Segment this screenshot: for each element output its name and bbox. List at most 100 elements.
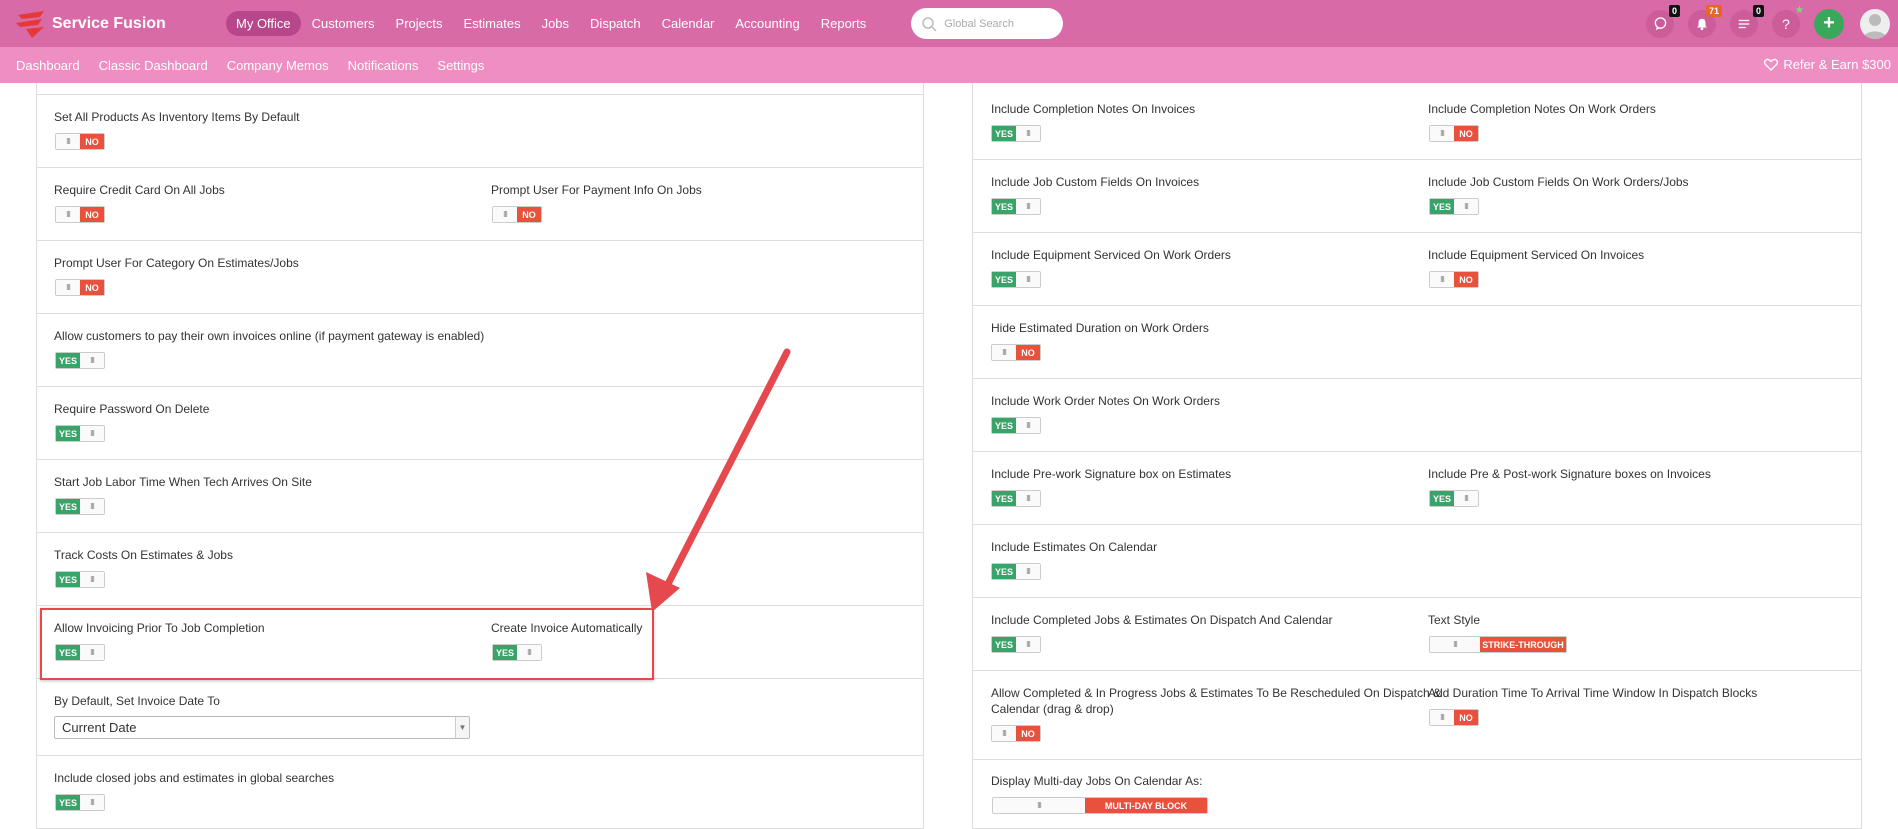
- setting-label-line2: Calendar (drag & drop): [991, 702, 1114, 716]
- require-cc-toggle[interactable]: III NO: [55, 206, 105, 223]
- invoice-date-select[interactable]: Current Date ▼: [54, 716, 470, 739]
- global-search[interactable]: [911, 8, 1064, 39]
- nav-accounting[interactable]: Accounting: [725, 11, 809, 36]
- toggle-yes: YES: [1430, 199, 1454, 214]
- setting-label: Require Credit Card On All Jobs: [54, 183, 225, 197]
- include-closed-toggle[interactable]: YES III: [55, 794, 105, 811]
- settings-row: Start Job Labor Time When Tech Arrives O…: [37, 460, 923, 533]
- subnav-company-memos[interactable]: Company Memos: [227, 58, 329, 73]
- equip-wo-toggle[interactable]: YES III: [991, 271, 1041, 288]
- prompt-payment-toggle[interactable]: III NO: [492, 206, 542, 223]
- completion-notes-invoices-toggle[interactable]: YES III: [991, 125, 1041, 142]
- settings-row: Allow customers to pay their own invoice…: [37, 314, 923, 387]
- subnav-settings[interactable]: Settings: [437, 58, 484, 73]
- nav-my-office[interactable]: My Office: [226, 11, 301, 36]
- app-name: Service Fusion: [52, 14, 166, 32]
- nav-jobs[interactable]: Jobs: [532, 11, 579, 36]
- toggle-no: NO: [1016, 345, 1040, 360]
- nav-calendar[interactable]: Calendar: [652, 11, 725, 36]
- toggle-grip: III: [1016, 418, 1040, 433]
- pay-online-toggle[interactable]: YES III: [55, 352, 105, 369]
- inventory-toggle[interactable]: III NO: [55, 133, 105, 150]
- completion-notes-wo-toggle[interactable]: III NO: [1429, 125, 1479, 142]
- setting-completion-notes-wo: Include Completion Notes On Work Orders: [1428, 101, 1656, 117]
- subnav-classic-dashboard[interactable]: Classic Dashboard: [99, 58, 208, 73]
- highlight-box: [40, 608, 654, 680]
- setting-wo-notes: Include Work Order Notes On Work Orders: [991, 393, 1220, 409]
- multiday-value: MULTI-DAY BLOCK: [1085, 798, 1207, 813]
- setting-label: Allow Completed & In Progress Jobs & Est…: [991, 686, 1441, 700]
- help-button[interactable]: ? ★: [1772, 5, 1804, 38]
- add-duration-toggle[interactable]: III NO: [1429, 709, 1479, 726]
- setting-track-costs: Track Costs On Estimates & Jobs: [54, 547, 233, 563]
- start-labor-toggle[interactable]: YES III: [55, 498, 105, 515]
- toggle-no: NO: [80, 207, 104, 222]
- setting-label: Include Completed Jobs & Estimates On Di…: [991, 613, 1333, 627]
- hide-duration-toggle[interactable]: III NO: [991, 344, 1041, 361]
- list-icon: [1738, 19, 1750, 28]
- right-settings-panel: Include Completion Notes On Invoices YES…: [972, 83, 1862, 829]
- app-logo[interactable]: Service Fusion: [14, 9, 204, 39]
- setting-prework-sig: Include Pre-work Signature box on Estima…: [991, 466, 1231, 482]
- allow-reschedule-toggle[interactable]: III NO: [991, 725, 1041, 742]
- require-password-toggle[interactable]: YES III: [55, 425, 105, 442]
- wo-notes-toggle[interactable]: YES III: [991, 417, 1041, 434]
- search-input[interactable]: [944, 17, 1055, 30]
- prepost-sig-toggle[interactable]: YES III: [1429, 490, 1479, 507]
- notifications-button[interactable]: 71: [1688, 4, 1722, 38]
- equip-invoices-toggle[interactable]: III NO: [1429, 271, 1479, 288]
- track-costs-toggle[interactable]: YES III: [55, 571, 105, 588]
- setting-start-labor: Start Job Labor Time When Tech Arrives O…: [54, 474, 312, 490]
- nav-reports[interactable]: Reports: [811, 11, 877, 36]
- nav-projects[interactable]: Projects: [386, 11, 453, 36]
- chat-button[interactable]: 0: [1646, 4, 1680, 38]
- tasks-button[interactable]: 0: [1730, 4, 1764, 38]
- settings-row: Include Equipment Serviced On Work Order…: [973, 233, 1861, 306]
- top-navbar: Service Fusion My Office Customers Proje…: [0, 0, 1898, 47]
- estimates-calendar-toggle[interactable]: YES III: [991, 563, 1041, 580]
- settings-row: Display Multi-day Jobs On Calendar As: I…: [973, 760, 1861, 829]
- setting-inventory: Set All Products As Inventory Items By D…: [54, 109, 299, 125]
- multiday-toggle[interactable]: III MULTI-DAY BLOCK: [992, 797, 1208, 814]
- nav-estimates[interactable]: Estimates: [454, 11, 531, 36]
- text-style-toggle[interactable]: III STRIKE-THROUGH: [1429, 636, 1567, 653]
- text-style-value: STRIKE-THROUGH: [1480, 637, 1566, 652]
- sub-navbar: Dashboard Classic Dashboard Company Memo…: [0, 47, 1898, 83]
- setting-prompt-category: Prompt User For Category On Estimates/Jo…: [54, 255, 299, 271]
- subnav-dashboard[interactable]: Dashboard: [16, 58, 80, 73]
- completed-dispatch-toggle[interactable]: YES III: [991, 636, 1041, 653]
- settings-row: Require Credit Card On All Jobs III NO P…: [37, 168, 923, 241]
- tasks-badge: 0: [1752, 4, 1764, 17]
- settings-row: Allow Completed & In Progress Jobs & Est…: [973, 671, 1861, 760]
- add-button[interactable]: +: [1814, 8, 1844, 39]
- toggle-grip: III: [80, 353, 104, 368]
- chevron-down-icon: ▼: [455, 717, 469, 738]
- subnav-notifications[interactable]: Notifications: [348, 58, 419, 73]
- top-right-tools: 0 71 0 ? ★ +: [1646, 0, 1898, 47]
- toggle-yes: YES: [992, 491, 1016, 506]
- prompt-category-toggle[interactable]: III NO: [55, 279, 105, 296]
- setting-allow-reschedule: Allow Completed & In Progress Jobs & Est…: [991, 685, 1441, 717]
- toggle-grip: III: [1016, 272, 1040, 287]
- setting-label: Prompt User For Payment Info On Jobs: [491, 183, 702, 197]
- main-nav: My Office Customers Projects Estimates J…: [226, 11, 877, 36]
- avatar[interactable]: [1860, 8, 1890, 39]
- toggle-yes: YES: [992, 637, 1016, 652]
- invoice-date-value: Current Date: [62, 720, 137, 735]
- nav-dispatch[interactable]: Dispatch: [580, 11, 651, 36]
- setting-prompt-payment: Prompt User For Payment Info On Jobs: [491, 182, 702, 198]
- toggle-grip: III: [80, 572, 104, 587]
- setting-label: Require Password On Delete: [54, 402, 210, 416]
- settings-row: Hide Estimated Duration on Work Orders I…: [973, 306, 1861, 379]
- custom-fields-wo-toggle[interactable]: YES III: [1429, 198, 1479, 215]
- toggle-yes: YES: [56, 499, 80, 514]
- toggle-grip: III: [1016, 199, 1040, 214]
- settings-row: Include Completed Jobs & Estimates On Di…: [973, 598, 1861, 671]
- setting-label: Prompt User For Category On Estimates/Jo…: [54, 256, 299, 270]
- custom-fields-invoices-toggle[interactable]: YES III: [991, 198, 1041, 215]
- prework-sig-toggle[interactable]: YES III: [991, 490, 1041, 507]
- toggle-grip: III: [993, 798, 1085, 813]
- toggle-grip: III: [1016, 491, 1040, 506]
- nav-customers[interactable]: Customers: [302, 11, 385, 36]
- refer-link[interactable]: Refer & Earn $300: [1764, 57, 1891, 72]
